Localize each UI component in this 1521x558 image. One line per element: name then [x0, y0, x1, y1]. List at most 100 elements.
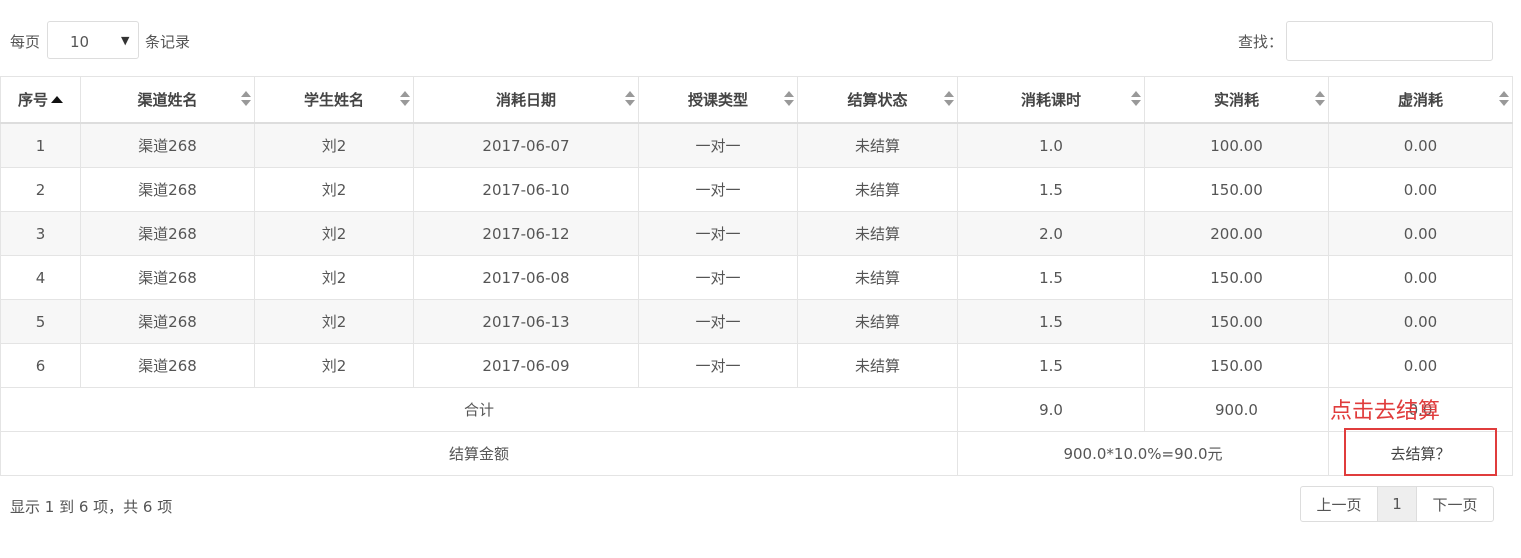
settlement-cell: 去结算？	[1328, 431, 1513, 476]
consume-hours: 1.5	[957, 167, 1145, 212]
row-index: 5	[0, 299, 81, 344]
consume-date: 2017-06-10	[413, 167, 639, 212]
sort-ascending-icon	[51, 96, 63, 103]
prev-page-button[interactable]: 上一页	[1300, 486, 1378, 522]
page-length-suffix: 条记录	[145, 33, 191, 51]
next-page-button[interactable]: 下一页	[1416, 486, 1494, 522]
settlement-row: 结算金额 900.0*10.0%=90.0元 去结算？	[0, 431, 1513, 476]
channel-name: 渠道268	[80, 167, 255, 212]
virtual-consume: 0.00	[1328, 167, 1513, 212]
actual-consume: 200.00	[1144, 211, 1329, 256]
actual-consume: 150.00	[1144, 167, 1329, 212]
search-input[interactable]	[1286, 21, 1493, 61]
table-info: 显示 1 到 6 项，共 6 项	[10, 498, 173, 516]
sort-icon	[784, 91, 794, 107]
settle-status: 未结算	[797, 299, 958, 344]
consume-date: 2017-06-12	[413, 211, 639, 256]
virtual-consume: 0.00	[1328, 211, 1513, 256]
actual-consume: 150.00	[1144, 343, 1329, 388]
column-header-virtual[interactable]: 虚消耗	[1328, 76, 1513, 124]
table-row: 2 渠道268 刘2 2017-06-10 一对一 未结算 1.5 150.00 0.00	[0, 167, 1513, 212]
search-label: 查找：	[1238, 33, 1284, 51]
sort-icon	[1499, 91, 1509, 107]
lesson-type: 一对一	[638, 343, 798, 388]
consume-hours: 1.0	[957, 122, 1145, 168]
virtual-consume: 0.00	[1328, 255, 1513, 300]
page-length-select[interactable]: 10 ▼	[47, 21, 139, 59]
row-index: 1	[0, 122, 81, 168]
lesson-type: 一对一	[638, 255, 798, 300]
channel-name: 渠道268	[80, 211, 255, 256]
column-header-hours[interactable]: 消耗课时	[957, 76, 1145, 124]
settle-status: 未结算	[797, 167, 958, 212]
channel-name: 渠道268	[80, 122, 255, 168]
column-header-channel-name[interactable]: 渠道姓名	[80, 76, 255, 124]
column-header-settle-status[interactable]: 结算状态	[797, 76, 958, 124]
table-row: 4 渠道268 刘2 2017-06-08 一对一 未结算 1.5 150.00 0.00	[0, 255, 1513, 300]
settle-status: 未结算	[797, 211, 958, 256]
consume-hours: 1.5	[957, 255, 1145, 300]
page-length-value: 10	[70, 33, 90, 51]
table-row: 3 渠道268 刘2 2017-06-12 一对一 未结算 2.0 200.00 0.00	[0, 211, 1513, 256]
student-name: 刘2	[254, 122, 414, 168]
sort-icon	[400, 91, 410, 107]
consumption-table: 序号 渠道姓名 学生姓名 消耗日期 授课类型 结算状态 消耗课时 实消耗 虚消耗…	[0, 76, 1513, 476]
page-length-prefix: 每页	[10, 33, 41, 51]
lesson-type: 一对一	[638, 122, 798, 168]
channel-name: 渠道268	[80, 343, 255, 388]
row-index: 6	[0, 343, 81, 388]
actual-consume: 150.00	[1144, 299, 1329, 344]
table-row: 6 渠道268 刘2 2017-06-09 一对一 未结算 1.5 150.00 0.00	[0, 343, 1513, 388]
total-hours: 9.0	[957, 387, 1145, 432]
consume-hours: 1.5	[957, 299, 1145, 344]
actual-consume: 100.00	[1144, 122, 1329, 168]
column-header-index[interactable]: 序号	[0, 76, 81, 124]
virtual-consume: 0.00	[1328, 122, 1513, 168]
table-row: 5 渠道268 刘2 2017-06-13 一对一 未结算 1.5 150.00 0.00	[0, 299, 1513, 344]
consume-hours: 2.0	[957, 211, 1145, 256]
consume-hours: 1.5	[957, 343, 1145, 388]
student-name: 刘2	[254, 299, 414, 344]
consume-date: 2017-06-08	[413, 255, 639, 300]
settle-status: 未结算	[797, 122, 958, 168]
table-header-row: 序号 渠道姓名 学生姓名 消耗日期 授课类型 结算状态 消耗课时 实消耗 虚消耗	[0, 76, 1513, 124]
go-settle-button[interactable]: 去结算？	[1390, 443, 1450, 464]
virtual-consume: 0.00	[1328, 343, 1513, 388]
table-row: 1 渠道268 刘2 2017-06-07 一对一 未结算 1.0 100.00 0.00	[0, 122, 1513, 168]
sort-icon	[625, 91, 635, 107]
chevron-down-icon: ▼	[121, 34, 130, 47]
row-index: 2	[0, 167, 81, 212]
consume-date: 2017-06-13	[413, 299, 639, 344]
student-name: 刘2	[254, 211, 414, 256]
settle-status: 未结算	[797, 255, 958, 300]
annotation-label: 点击去结算	[1330, 399, 1441, 424]
row-index: 4	[0, 255, 81, 300]
row-index: 3	[0, 211, 81, 256]
lesson-type: 一对一	[638, 299, 798, 344]
sort-icon	[241, 91, 251, 107]
channel-name: 渠道268	[80, 299, 255, 344]
student-name: 刘2	[254, 255, 414, 300]
total-label: 合计	[0, 387, 958, 432]
column-header-student-name[interactable]: 学生姓名	[254, 76, 414, 124]
column-header-actual[interactable]: 实消耗	[1144, 76, 1329, 124]
lesson-type: 一对一	[638, 211, 798, 256]
sort-icon	[1131, 91, 1141, 107]
consume-date: 2017-06-09	[413, 343, 639, 388]
settlement-formula: 900.0*10.0%=90.0元	[957, 431, 1329, 476]
column-header-date[interactable]: 消耗日期	[413, 76, 639, 124]
table-toolbar: 每页 10 ▼ 条记录 查找：	[0, 0, 1521, 76]
total-actual: 900.0	[1144, 387, 1329, 432]
student-name: 刘2	[254, 167, 414, 212]
channel-name: 渠道268	[80, 255, 255, 300]
lesson-type: 一对一	[638, 167, 798, 212]
page-button-current[interactable]: 1	[1378, 486, 1416, 522]
sort-icon	[1315, 91, 1325, 107]
virtual-consume: 0.00	[1328, 299, 1513, 344]
consume-date: 2017-06-07	[413, 122, 639, 168]
column-header-lesson-type[interactable]: 授课类型	[638, 76, 798, 124]
total-row: 合计 9.0 900.0 0.0	[0, 387, 1513, 432]
actual-consume: 150.00	[1144, 255, 1329, 300]
pagination: 上一页 1 下一页	[1300, 486, 1494, 522]
settle-status: 未结算	[797, 343, 958, 388]
